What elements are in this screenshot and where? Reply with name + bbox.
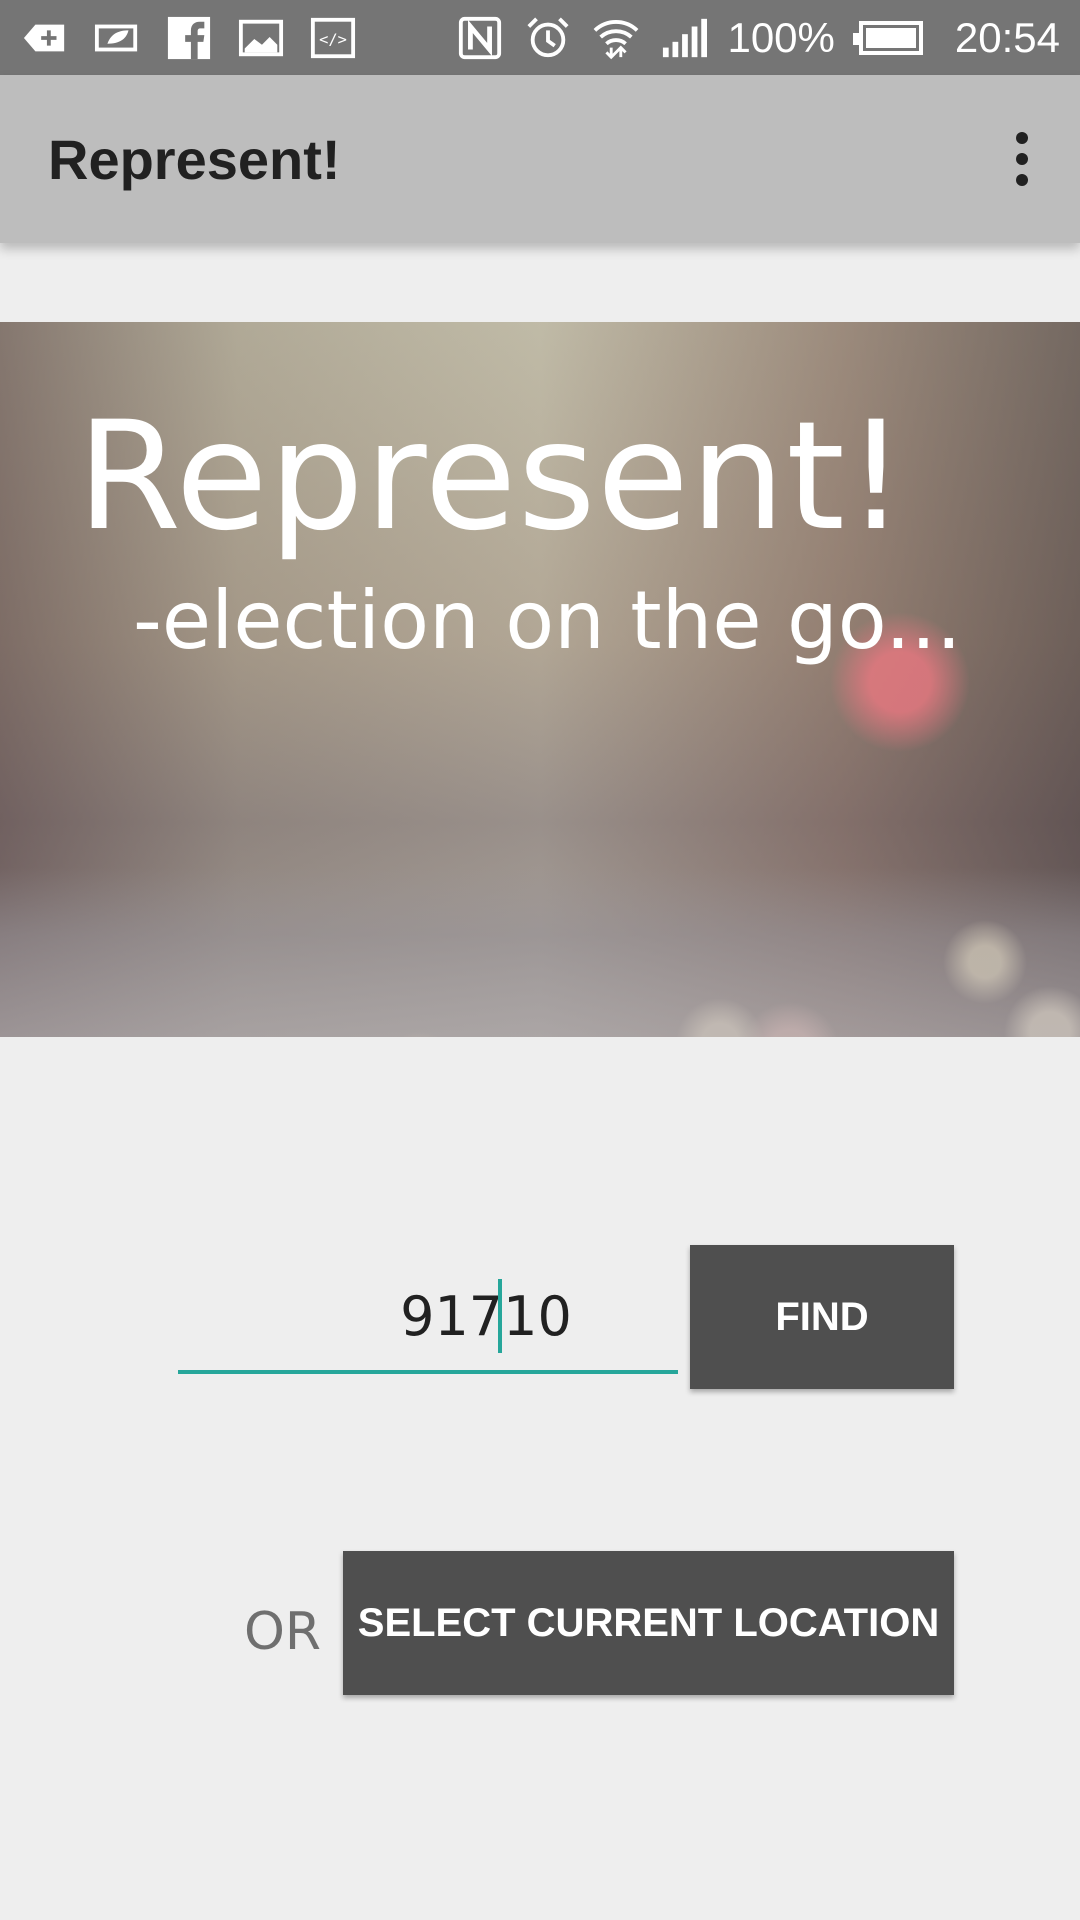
battery-percent: 100% [727, 13, 835, 61]
wifi-icon [591, 15, 641, 61]
zip-code-field[interactable] [178, 1262, 678, 1374]
svg-text:</>: </> [319, 30, 347, 48]
text-cursor [498, 1279, 502, 1353]
select-current-location-button[interactable]: SELECT CURRENT LOCATION [343, 1551, 954, 1695]
hero-subtitle: -election on the go... [133, 574, 962, 667]
facebook-icon [164, 15, 214, 61]
clock: 20:54 [954, 13, 1060, 61]
signal-icon [659, 15, 709, 61]
battery-icon [852, 20, 923, 55]
system-icons: 100% 20:54 [455, 14, 1060, 62]
find-button[interactable]: FIND [690, 1245, 954, 1389]
hero-title: Represent! [76, 390, 908, 564]
hero-banner: Represent! -election on the go... [0, 322, 1080, 1037]
status-bar: </> 100% 20:54 [0, 0, 1080, 75]
gallery-icon [236, 15, 286, 61]
add-notification-icon [20, 15, 70, 61]
notification-icons: </> [20, 15, 358, 61]
zip-code-input[interactable] [354, 1283, 618, 1349]
or-label: OR [244, 1602, 322, 1662]
nfc-icon [455, 15, 505, 61]
eco-battery-icon [92, 15, 142, 61]
more-vert-icon[interactable] [1002, 114, 1042, 204]
app-title: Represent! [48, 127, 341, 191]
app-bar: Represent! [0, 75, 1080, 243]
hero-background [0, 867, 1080, 1037]
code-icon: </> [308, 15, 358, 61]
alarm-icon [523, 15, 573, 61]
